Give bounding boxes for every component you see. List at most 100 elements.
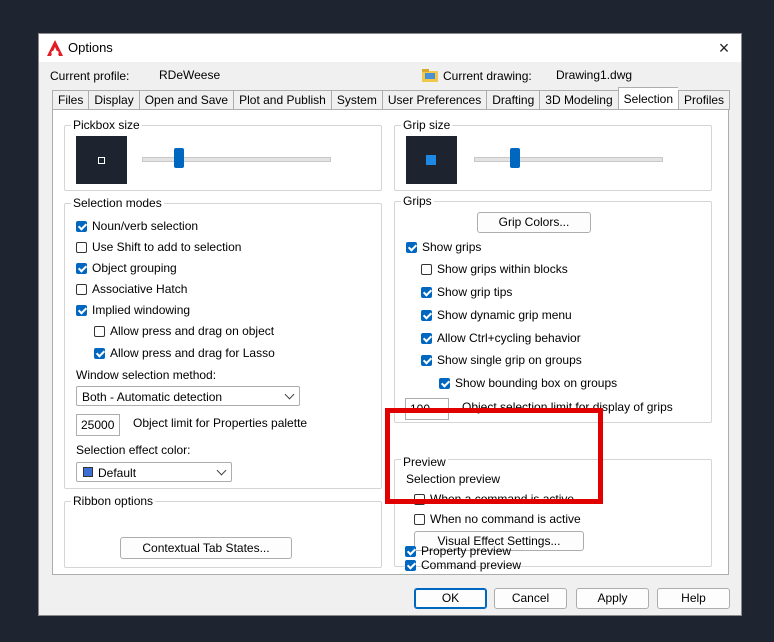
tab-selection[interactable]: Selection xyxy=(617,87,679,109)
checkbox-box xyxy=(421,309,432,321)
chevron-down-icon xyxy=(284,389,295,400)
checkbox-label: Show grips xyxy=(422,240,482,254)
current-drawing-value: Drawing1.dwg xyxy=(556,68,633,82)
tab-3d-modeling[interactable]: 3D Modeling xyxy=(539,90,618,110)
checkbox-label: Object grouping xyxy=(92,261,177,275)
pickbox-marker xyxy=(98,157,105,164)
grip-size-slider-thumb[interactable] xyxy=(510,148,521,168)
help-button[interactable]: Help xyxy=(657,588,730,609)
checkbox-box xyxy=(76,220,87,232)
checkbox-box xyxy=(76,304,87,316)
checkbox-label: Implied windowing xyxy=(92,303,191,317)
checkbox-label: Command preview xyxy=(421,558,522,572)
cancel-button[interactable]: Cancel xyxy=(494,588,567,609)
window-method-value: Both - Automatic detection xyxy=(82,390,223,404)
current-profile-label: Current profile: xyxy=(50,69,130,83)
checkbox-box xyxy=(421,332,432,344)
show-grips-within-blocks-checkbox[interactable]: Show grips within blocks xyxy=(421,262,568,276)
grip-size-slider-track[interactable] xyxy=(474,157,663,162)
tab-open-and-save[interactable]: Open and Save xyxy=(138,90,234,110)
implied-windowing-checkbox[interactable]: Implied windowing xyxy=(76,303,190,317)
tab-profiles[interactable]: Profiles xyxy=(678,90,731,110)
autocad-logo-icon xyxy=(47,40,63,56)
checkbox-label: Show bounding box on groups xyxy=(455,376,618,390)
chevron-down-icon xyxy=(216,465,227,476)
object-limit-label: Object limit for Properties palette xyxy=(133,416,308,430)
tab-display[interactable]: Display xyxy=(88,90,139,110)
allow-ctrl-cycling-checkbox[interactable]: Allow Ctrl+cycling behavior xyxy=(421,331,581,345)
pickbox-slider-thumb[interactable] xyxy=(174,148,185,168)
checkbox-box xyxy=(421,354,432,366)
checkbox-label: Show grips within blocks xyxy=(437,262,568,276)
checkbox-label: Show grip tips xyxy=(437,285,513,299)
checkbox-box xyxy=(76,241,87,253)
show-bounding-box-checkbox[interactable]: Show bounding box on groups xyxy=(439,376,617,390)
current-drawing-label: Current drawing: xyxy=(443,69,532,83)
ribbon-options-group: Ribbon options Contextual Tab States... xyxy=(64,494,382,568)
effect-color-select[interactable]: Default xyxy=(76,462,232,482)
selection-modes-label: Selection modes xyxy=(71,196,164,210)
pickbox-slider-track[interactable] xyxy=(142,157,331,162)
use-shift-checkbox[interactable]: Use Shift to add to selection xyxy=(76,240,241,254)
show-grips-checkbox[interactable]: Show grips xyxy=(406,240,481,254)
checkbox-label: Noun/verb selection xyxy=(92,219,199,233)
object-limit-input[interactable]: 25000 xyxy=(76,414,120,436)
ok-button[interactable]: OK xyxy=(414,588,487,609)
close-icon[interactable]: × xyxy=(713,37,735,59)
checkbox-label: Associative Hatch xyxy=(92,282,188,296)
tab-system[interactable]: System xyxy=(330,90,382,110)
pickbox-size-label: Pickbox size xyxy=(71,118,142,132)
checkbox-label: Allow press and drag on object xyxy=(110,324,275,338)
title-bar[interactable]: Options × xyxy=(39,34,741,62)
highlight-rectangle xyxy=(385,408,603,504)
checkbox-label: Show single grip on groups xyxy=(437,353,582,367)
checkbox-label: Allow Ctrl+cycling behavior xyxy=(437,331,581,345)
tab-drafting[interactable]: Drafting xyxy=(486,90,540,110)
grip-preview xyxy=(406,136,457,184)
tab-files[interactable]: Files xyxy=(52,90,89,110)
checkbox-box xyxy=(421,263,432,275)
property-preview-checkbox[interactable]: Property preview xyxy=(405,544,511,558)
checkbox-box xyxy=(406,241,417,253)
noun-verb-selection-checkbox[interactable]: Noun/verb selection xyxy=(76,219,198,233)
grip-size-group: Grip size xyxy=(394,118,712,191)
effect-color-value: Default xyxy=(98,466,137,480)
checkbox-box xyxy=(439,377,450,389)
apply-button[interactable]: Apply xyxy=(576,588,649,609)
current-profile-value: RDeWeese xyxy=(159,68,221,82)
checkbox-label: Allow press and drag for Lasso xyxy=(110,346,275,360)
contextual-tab-states-button[interactable]: Contextual Tab States... xyxy=(120,537,292,559)
grip-size-label: Grip size xyxy=(401,118,453,132)
object-grouping-checkbox[interactable]: Object grouping xyxy=(76,261,177,275)
tab-strip: Files Display Open and Save Plot and Pub… xyxy=(52,87,731,110)
window-title: Options xyxy=(68,40,113,55)
checkbox-box xyxy=(405,559,416,571)
tab-user-preferences[interactable]: User Preferences xyxy=(381,90,487,110)
selection-modes-group: Selection modes Noun/verb selection Use … xyxy=(64,196,382,489)
checkbox-box xyxy=(414,513,425,525)
show-dynamic-grip-menu-checkbox[interactable]: Show dynamic grip menu xyxy=(421,308,572,322)
tab-plot-and-publish[interactable]: Plot and Publish xyxy=(233,90,331,110)
effect-color-label: Selection effect color: xyxy=(76,443,191,457)
options-dialog: Options × Current profile: RDeWeese Curr… xyxy=(38,33,742,616)
grip-marker xyxy=(426,155,436,165)
window-method-label: Window selection method: xyxy=(76,368,217,382)
preview-no-command-checkbox[interactable]: When no command is active xyxy=(414,512,581,526)
grip-colors-button[interactable]: Grip Colors... xyxy=(477,212,591,233)
associative-hatch-checkbox[interactable]: Associative Hatch xyxy=(76,282,187,296)
color-swatch xyxy=(83,467,93,477)
grips-group: Grips Grip Colors... Show grips Show gri… xyxy=(394,194,712,423)
checkbox-label: When no command is active xyxy=(430,512,581,526)
show-grip-tips-checkbox[interactable]: Show grip tips xyxy=(421,285,512,299)
ribbon-options-label: Ribbon options xyxy=(71,494,156,508)
checkbox-box xyxy=(405,545,416,557)
show-single-grip-checkbox[interactable]: Show single grip on groups xyxy=(421,353,582,367)
checkbox-box xyxy=(94,347,105,359)
press-drag-lasso-checkbox[interactable]: Allow press and drag for Lasso xyxy=(94,346,275,360)
press-drag-object-checkbox[interactable]: Allow press and drag on object xyxy=(94,324,274,338)
pickbox-preview xyxy=(76,136,127,184)
command-preview-checkbox[interactable]: Command preview xyxy=(405,558,521,572)
grips-label: Grips xyxy=(401,194,434,208)
checkbox-box xyxy=(421,286,432,298)
window-method-select[interactable]: Both - Automatic detection xyxy=(76,386,300,406)
